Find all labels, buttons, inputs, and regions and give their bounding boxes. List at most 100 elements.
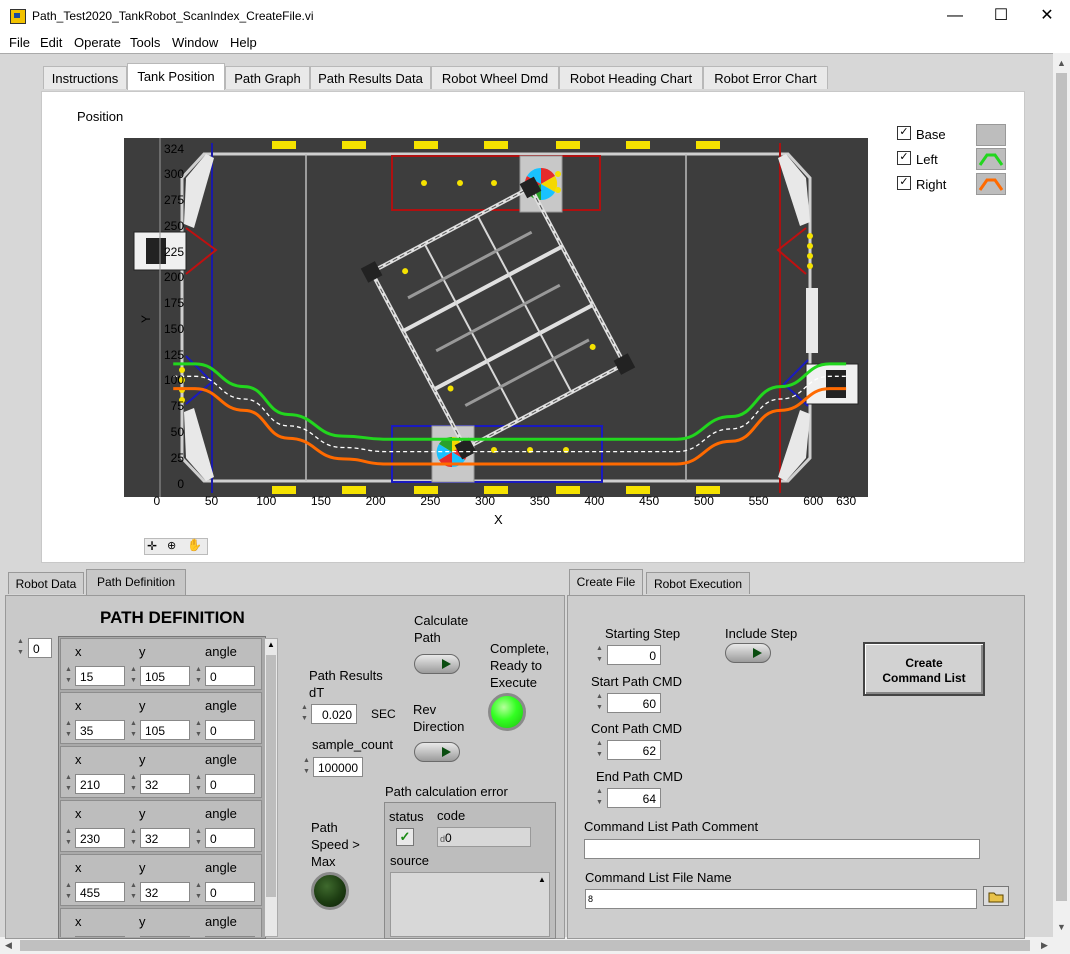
vertical-scrollbar[interactable]: ▲ ▼ bbox=[1053, 53, 1070, 937]
starting-step-spinner[interactable]: ▲ ▼ bbox=[595, 643, 604, 665]
maximize-button[interactable]: ☐ bbox=[978, 0, 1024, 32]
cont-path-cmd-spinner[interactable]: ▲ ▼ bbox=[595, 738, 604, 760]
start-path-cmd-field[interactable]: 60 bbox=[607, 693, 661, 713]
tab-robot-data[interactable]: Robot Data bbox=[8, 572, 84, 594]
x-spinner[interactable]: ▲▼ bbox=[64, 718, 73, 740]
position-plot-area[interactable] bbox=[124, 138, 868, 497]
cursor-move-icon[interactable]: ✛ bbox=[147, 539, 157, 553]
dt-field[interactable]: 0.020 bbox=[311, 704, 357, 724]
include-step-button[interactable] bbox=[725, 643, 771, 663]
tab-create-file[interactable]: Create File bbox=[569, 569, 643, 595]
legend-right-checkbox[interactable]: ✓ bbox=[897, 176, 911, 190]
point-angle-field[interactable]: 0 bbox=[205, 666, 255, 686]
starting-step-field[interactable]: 0 bbox=[607, 645, 661, 665]
tab-path-graph[interactable]: Path Graph bbox=[225, 66, 310, 89]
point-x-field[interactable]: 35 bbox=[75, 720, 125, 740]
y-spinner[interactable]: ▲▼ bbox=[129, 718, 138, 740]
dt-unit: SEC bbox=[371, 707, 396, 721]
x-spinner[interactable]: ▲▼ bbox=[64, 880, 73, 902]
y-spinner[interactable]: ▲▼ bbox=[129, 664, 138, 686]
menu-edit[interactable]: Edit bbox=[40, 35, 62, 50]
menu-file[interactable]: File bbox=[9, 35, 30, 50]
tab-robot-heading-chart[interactable]: Robot Heading Chart bbox=[559, 66, 703, 89]
start-path-cmd-spinner[interactable]: ▲ ▼ bbox=[595, 691, 604, 713]
menu-operate[interactable]: Operate bbox=[74, 35, 121, 50]
point-angle-field[interactable]: 0 bbox=[205, 720, 255, 740]
angle-spinner[interactable]: ▲▼ bbox=[194, 664, 203, 686]
angle-spinner[interactable]: ▲▼ bbox=[194, 718, 203, 740]
angle-spinner[interactable]: ▲▼ bbox=[194, 772, 203, 794]
point-angle-field[interactable]: 0 bbox=[205, 828, 255, 848]
x-spinner[interactable]: ▲▼ bbox=[64, 664, 73, 686]
point-x-field[interactable] bbox=[75, 936, 125, 937]
close-button[interactable]: ✕ bbox=[1024, 0, 1070, 32]
tab-robot-error-chart[interactable]: Robot Error Chart bbox=[703, 66, 828, 89]
angle-spinner[interactable]: ▲▼ bbox=[194, 934, 203, 937]
sample-count-spinner[interactable]: ▲ ▼ bbox=[302, 755, 311, 777]
legend-base-checkbox[interactable]: ✓ bbox=[897, 126, 911, 140]
horizontal-scrollbar[interactable]: ◀ ▶ bbox=[0, 937, 1053, 954]
point-y-field[interactable]: 32 bbox=[140, 774, 190, 794]
angle-spinner[interactable]: ▲▼ bbox=[194, 880, 203, 902]
menu-tools[interactable]: Tools bbox=[130, 35, 160, 50]
tab-instructions[interactable]: Instructions bbox=[43, 66, 127, 89]
point-x-field[interactable]: 210 bbox=[75, 774, 125, 794]
tab-path-definition[interactable]: Path Definition bbox=[86, 569, 186, 595]
legend-base-swatch[interactable] bbox=[976, 124, 1006, 146]
source-scroll-up-icon[interactable]: ▲ bbox=[537, 875, 547, 884]
legend-right-swatch[interactable] bbox=[976, 173, 1006, 195]
scroll-down-icon[interactable]: ▼ bbox=[1053, 919, 1070, 936]
point-y-field[interactable]: 32 bbox=[140, 882, 190, 902]
point-y-field[interactable]: 105 bbox=[140, 720, 190, 740]
tab-tank-position[interactable]: Tank Position bbox=[127, 63, 225, 90]
calculate-path-button[interactable] bbox=[414, 654, 460, 674]
point-x-field[interactable]: 455 bbox=[75, 882, 125, 902]
minimize-button[interactable]: — bbox=[932, 0, 978, 32]
scroll-left-icon[interactable]: ◀ bbox=[0, 937, 17, 954]
angle-spinner[interactable]: ▲▼ bbox=[194, 826, 203, 848]
array-index-spinner[interactable]: ▲ ▼ bbox=[16, 636, 25, 658]
y-spinner[interactable]: ▲▼ bbox=[129, 880, 138, 902]
x-spinner[interactable]: ▲▼ bbox=[64, 826, 73, 848]
legend-left-swatch[interactable] bbox=[976, 148, 1006, 170]
tab-robot-wheel-dmd[interactable]: Robot Wheel Dmd bbox=[431, 66, 559, 89]
point-angle-field[interactable]: 0 bbox=[205, 774, 255, 794]
x-spinner[interactable]: ▲▼ bbox=[64, 934, 73, 937]
point-x-field[interactable]: 230 bbox=[75, 828, 125, 848]
y-spinner[interactable]: ▲▼ bbox=[129, 826, 138, 848]
command-list-comment-field[interactable] bbox=[584, 839, 980, 859]
create-command-list-button[interactable]: Create Command List bbox=[863, 642, 985, 696]
menu-window[interactable]: Window bbox=[172, 35, 218, 50]
tab-robot-execution[interactable]: Robot Execution bbox=[646, 572, 750, 594]
scroll-up-icon[interactable]: ▲ bbox=[1053, 55, 1070, 72]
point-x-field[interactable]: 15 bbox=[75, 666, 125, 686]
dt-spinner[interactable]: ▲ ▼ bbox=[300, 702, 309, 724]
array-scroll-thumb[interactable] bbox=[266, 655, 276, 897]
x-spinner[interactable]: ▲▼ bbox=[64, 772, 73, 794]
vertical-scroll-thumb[interactable] bbox=[1056, 73, 1067, 901]
sample-count-field[interactable]: 100000 bbox=[313, 757, 363, 777]
array-scroll-up-icon[interactable]: ▲ bbox=[266, 640, 276, 652]
scroll-right-icon[interactable]: ▶ bbox=[1036, 937, 1053, 954]
end-path-cmd-field[interactable]: 64 bbox=[607, 788, 661, 808]
horizontal-scroll-thumb[interactable] bbox=[20, 940, 1030, 951]
browse-folder-button[interactable] bbox=[983, 886, 1009, 906]
array-index-field[interactable]: 0 bbox=[28, 638, 52, 658]
point-angle-field[interactable] bbox=[205, 936, 255, 937]
tab-path-results-data[interactable]: Path Results Data bbox=[310, 66, 431, 89]
rev-direction-button[interactable] bbox=[414, 742, 460, 762]
point-y-field[interactable]: 32 bbox=[140, 828, 190, 848]
y-spinner[interactable]: ▲▼ bbox=[129, 772, 138, 794]
y-spinner[interactable]: ▲▼ bbox=[129, 934, 138, 937]
cont-path-cmd-field[interactable]: 62 bbox=[607, 740, 661, 760]
point-y-field[interactable] bbox=[140, 936, 190, 937]
legend-left-checkbox[interactable]: ✓ bbox=[897, 151, 911, 165]
point-angle-field[interactable]: 0 bbox=[205, 882, 255, 902]
pan-hand-icon[interactable]: ✋ bbox=[187, 538, 202, 552]
menu-help[interactable]: Help bbox=[230, 35, 257, 50]
zoom-icon[interactable]: ⊕ bbox=[167, 539, 176, 552]
point-y-field[interactable]: 105 bbox=[140, 666, 190, 686]
array-scrollbar[interactable]: ▲ bbox=[264, 638, 278, 937]
end-path-cmd-spinner[interactable]: ▲ ▼ bbox=[595, 786, 604, 808]
command-list-file-name-field[interactable]: 8 bbox=[585, 889, 977, 909]
